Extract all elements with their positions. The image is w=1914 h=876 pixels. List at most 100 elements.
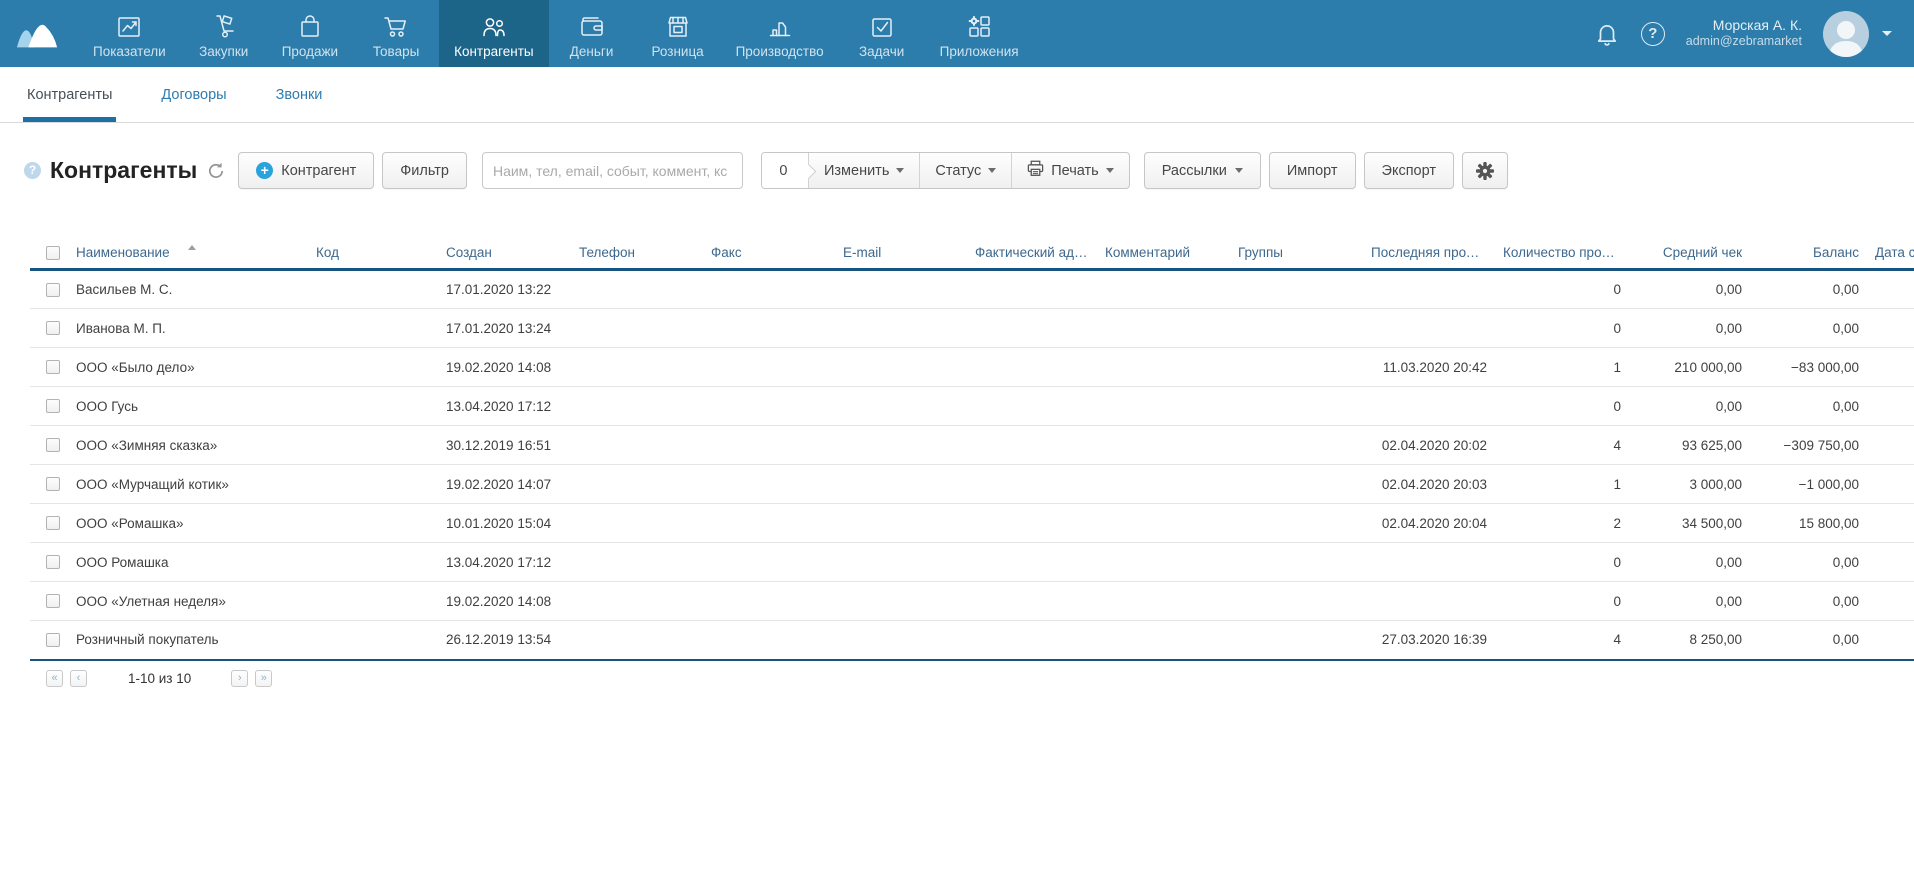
row-checkbox[interactable] <box>46 477 60 491</box>
cell-name: Иванова М. П. <box>68 309 308 348</box>
last-page-button[interactable]: » <box>255 670 272 687</box>
user-menu-caret-icon[interactable] <box>1882 31 1892 36</box>
next-page-button[interactable]: › <box>231 670 248 687</box>
cell-sales-count: 1 <box>1495 348 1629 387</box>
cell-phone <box>571 504 703 543</box>
tab-counterparties[interactable]: Контрагенты <box>27 67 112 122</box>
notifications-bell-icon[interactable] <box>1594 20 1620 47</box>
table-row[interactable]: ООО Гусь 13.04.2020 17:12 0 0,00 0,00 <box>30 387 1914 426</box>
user-menu[interactable]: Морская А. К. admin@zebramarket <box>1686 17 1802 50</box>
table-settings-button[interactable] <box>1462 152 1508 189</box>
mailings-dropdown[interactable]: Рассылки <box>1144 152 1261 189</box>
nav-item-retail[interactable]: Розница <box>635 0 721 67</box>
cell-comment <box>1097 465 1230 504</box>
col-last-sale[interactable]: Последняя прода... <box>1363 239 1495 270</box>
cell-balance: −1 000,00 <box>1750 465 1867 504</box>
table-row[interactable]: Розничный покупатель 26.12.2019 13:54 27… <box>30 621 1914 660</box>
cell-created: 19.02.2020 14:07 <box>438 465 571 504</box>
filter-button[interactable]: Фильтр <box>382 152 467 189</box>
col-avg-check[interactable]: Средний чек <box>1629 239 1750 270</box>
search-input[interactable] <box>482 152 743 189</box>
nav-item-goods[interactable]: Товары <box>353 0 439 67</box>
table-row[interactable]: ООО «Улетная неделя» 19.02.2020 14:08 0 … <box>30 582 1914 621</box>
row-checkbox[interactable] <box>46 594 60 608</box>
page-help-icon[interactable]: ? <box>24 162 41 179</box>
table-row[interactable]: ООО Ромашка 13.04.2020 17:12 0 0,00 0,00 <box>30 543 1914 582</box>
table-row[interactable]: ООО «Было дело» 19.02.2020 14:08 11.03.2… <box>30 348 1914 387</box>
top-navigation-bar: Показатели Закупки Продажи Товары Контра… <box>0 0 1914 67</box>
table-row[interactable]: Иванова М. П. 17.01.2020 13:24 0 0,00 0,… <box>30 309 1914 348</box>
cell-email <box>835 504 967 543</box>
cell-groups <box>1230 582 1363 621</box>
help-icon[interactable]: ? <box>1641 22 1665 46</box>
row-checkbox[interactable] <box>46 360 60 374</box>
counterparties-table: Наименование Код Создан Телефон Факс E-m… <box>30 239 1914 661</box>
first-page-button[interactable]: « <box>46 670 63 687</box>
select-all-checkbox[interactable] <box>46 246 60 260</box>
tab-contracts[interactable]: Договоры <box>161 67 226 122</box>
nav-item-apps[interactable]: Приложения <box>925 0 1034 67</box>
refresh-icon[interactable] <box>207 162 225 180</box>
col-phone[interactable]: Телефон <box>571 239 703 270</box>
nav-item-production[interactable]: Производство <box>721 0 839 67</box>
print-dropdown[interactable]: Печать <box>1011 153 1129 188</box>
col-address[interactable]: Фактический адрес <box>967 239 1097 270</box>
row-checkbox[interactable] <box>46 555 60 569</box>
nav-item-sales[interactable]: Продажи <box>267 0 353 67</box>
cell-fax <box>703 504 835 543</box>
col-code[interactable]: Код <box>308 239 438 270</box>
prev-page-button[interactable]: ‹ <box>70 670 87 687</box>
table-body: Васильев М. С. 17.01.2020 13:22 0 0,00 0… <box>30 270 1914 660</box>
cell-groups <box>1230 348 1363 387</box>
nav-item-money[interactable]: Деньги <box>549 0 635 67</box>
edit-dropdown[interactable]: Изменить <box>808 153 919 188</box>
nav-item-counterparties[interactable]: Контрагенты <box>439 0 549 67</box>
cell-email <box>835 465 967 504</box>
status-dropdown[interactable]: Статус <box>919 153 1011 188</box>
user-email: admin@zebramarket <box>1686 34 1802 50</box>
col-email[interactable]: E-mail <box>835 239 967 270</box>
cell-last-sale <box>1363 582 1495 621</box>
col-sales-count[interactable]: Количество продаж <box>1495 239 1629 270</box>
tab-calls[interactable]: Звонки <box>276 67 323 122</box>
export-button[interactable]: Экспорт <box>1364 152 1454 189</box>
section-tabbar: Контрагенты Договоры Звонки <box>0 67 1914 123</box>
cell-sales-count: 0 <box>1495 387 1629 426</box>
nav-item-purchases[interactable]: Закупки <box>181 0 267 67</box>
shopping-bag-icon <box>296 9 324 41</box>
cell-avg-check: 0,00 <box>1629 582 1750 621</box>
row-checkbox[interactable] <box>46 516 60 530</box>
add-counterparty-button[interactable]: + Контрагент <box>238 152 374 189</box>
nav-item-indicators[interactable]: Показатели <box>78 0 181 67</box>
col-fax[interactable]: Факс <box>703 239 835 270</box>
table-row[interactable]: ООО «Зимняя сказка» 30.12.2019 16:51 02.… <box>30 426 1914 465</box>
table-row[interactable]: ООО «Ромашка» 10.01.2020 15:04 02.04.202… <box>30 504 1914 543</box>
import-button[interactable]: Импорт <box>1269 152 1356 189</box>
app-logo[interactable] <box>14 8 64 59</box>
row-checkbox[interactable] <box>46 399 60 413</box>
row-checkbox[interactable] <box>46 633 60 647</box>
row-checkbox[interactable] <box>46 321 60 335</box>
cell-email <box>835 543 967 582</box>
cell-created: 26.12.2019 13:54 <box>438 621 571 660</box>
row-checkbox[interactable] <box>46 283 60 297</box>
cell-address <box>967 270 1097 309</box>
col-groups[interactable]: Группы <box>1230 239 1363 270</box>
cell-groups <box>1230 387 1363 426</box>
chevron-down-icon <box>1106 168 1114 173</box>
col-comment[interactable]: Комментарий <box>1097 239 1230 270</box>
cell-date <box>1867 465 1914 504</box>
cell-avg-check: 34 500,00 <box>1629 504 1750 543</box>
col-date[interactable]: Дата с <box>1867 239 1914 270</box>
nav-item-tasks[interactable]: Задачи <box>839 0 925 67</box>
table-row[interactable]: Васильев М. С. 17.01.2020 13:22 0 0,00 0… <box>30 270 1914 309</box>
cell-groups <box>1230 504 1363 543</box>
cell-code <box>308 270 438 309</box>
row-checkbox[interactable] <box>46 438 60 452</box>
col-created[interactable]: Создан <box>438 239 571 270</box>
avatar[interactable] <box>1823 11 1869 57</box>
col-name[interactable]: Наименование <box>68 239 308 270</box>
table-row[interactable]: ООО «Мурчащий котик» 19.02.2020 14:07 02… <box>30 465 1914 504</box>
col-balance[interactable]: Баланс <box>1750 239 1867 270</box>
cell-date <box>1867 543 1914 582</box>
